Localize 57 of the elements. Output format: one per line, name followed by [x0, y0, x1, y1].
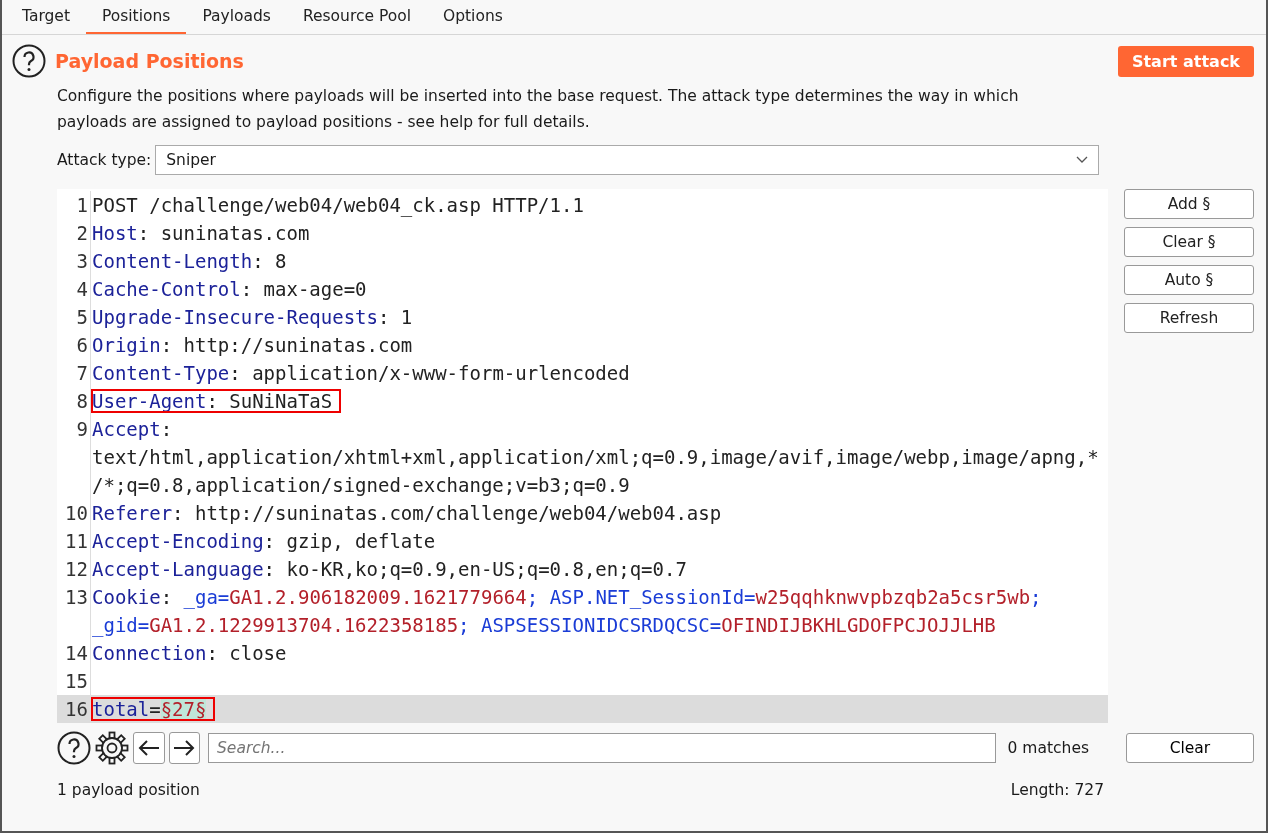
line-number: 3	[57, 247, 91, 275]
match-count: 0 matches	[1007, 739, 1090, 757]
payload-count: 1 payload position	[57, 781, 200, 799]
tab[interactable]: Target	[6, 0, 86, 34]
line-number: 9	[57, 415, 91, 499]
code-line: Accept-Encoding: gzip, deflate	[92, 530, 436, 552]
tab[interactable]: Payloads	[186, 0, 287, 34]
line-number: 8	[57, 387, 91, 415]
line-number: 1	[57, 191, 91, 219]
editor-action-button[interactable]: Clear §	[1124, 227, 1254, 257]
request-editor[interactable]	[57, 189, 1108, 723]
code-line: Cache-Control: max-age=0	[92, 278, 367, 300]
code-line: Upgrade-Insecure-Requests: 1	[92, 306, 413, 328]
line-number: 14	[57, 639, 91, 667]
code-line: Host: suninatas.com	[92, 222, 310, 244]
line-number: 5	[57, 303, 91, 331]
code-line: User-Agent: SuNiNaTaS	[92, 390, 333, 412]
line-number: 7	[57, 359, 91, 387]
section-title: Payload Positions	[55, 50, 245, 72]
line-number: 13	[57, 583, 91, 639]
code-line: Origin: http://suninatas.com	[92, 334, 413, 356]
line-number: 2	[57, 219, 91, 247]
line-number: 11	[57, 527, 91, 555]
clear-button[interactable]: Clear	[1125, 733, 1254, 763]
code-line: Accept-Language: ko-KR,ko;q=0.9,en-US;q=0.8,en;q=0.7	[92, 558, 687, 580]
left-arrow-icon	[137, 739, 160, 757]
code-line: Content-Length: 8	[92, 250, 287, 272]
code-line: total=§27§	[92, 698, 207, 720]
help-icon[interactable]	[57, 731, 91, 765]
request-length: Length: 727	[1010, 781, 1104, 799]
settings-icon[interactable]	[95, 731, 129, 765]
help-icon[interactable]	[12, 44, 46, 78]
code-line: Cookie: _ga=GA1.2.906182009.1621779664; ASP.NET_SessionId=w25qqhknwvpbzqb2a5csr5wb; _gid=GA1.2.1229913704.1622358185; ASPSESSIONIDCSRDQCSC=OFINDIJBKHLGDOFPCJOJJLHB	[92, 586, 1043, 636]
tab[interactable]: Positions	[85, 0, 187, 34]
code-line: Referer: http://suninatas.com/challenge/web04/web04.asp	[92, 502, 722, 524]
line-number: 16	[57, 695, 91, 723]
tab[interactable]: Options	[427, 0, 519, 34]
attack-type-label: Attack type:	[57, 151, 152, 169]
editor-action-button[interactable]: Add §	[1124, 189, 1254, 219]
code-line: Accept: text/html,application/xhtml+xml,application/xml;q=0.9,image/avif,image/webp,image/apng,*/*;q=0.8,application/signed-exchange;v=b3;q=0.9	[92, 418, 1099, 496]
chevron-icon	[1076, 156, 1089, 164]
code-line: Connection: close	[92, 642, 287, 664]
tab[interactable]: Resource Pool	[286, 0, 427, 34]
attack-type-dropdown[interactable]: Sniper	[155, 145, 1100, 175]
code-line: Content-Type: application/x-www-form-urlencoded	[92, 362, 630, 384]
description: Configure the positions where payloads will be inserted into the base request. The attack type determines the way in which payloads are assigned to payload positions - see help for full details.	[57, 86, 1020, 133]
search-field[interactable]: Search...	[208, 733, 996, 763]
editor-action-button[interactable]: Auto §	[1124, 265, 1254, 295]
forward-button[interactable]	[168, 732, 201, 764]
line-number: 4	[57, 275, 91, 303]
code-line: POST /challenge/web04/web04_ck.asp HTTP/1.1	[92, 194, 584, 216]
line-number: 12	[57, 555, 91, 583]
line-number: 10	[57, 499, 91, 527]
right-arrow-icon	[173, 739, 196, 757]
line-number: 6	[57, 331, 91, 359]
editor-action-button[interactable]: Refresh	[1124, 303, 1254, 333]
back-button[interactable]	[133, 732, 165, 764]
